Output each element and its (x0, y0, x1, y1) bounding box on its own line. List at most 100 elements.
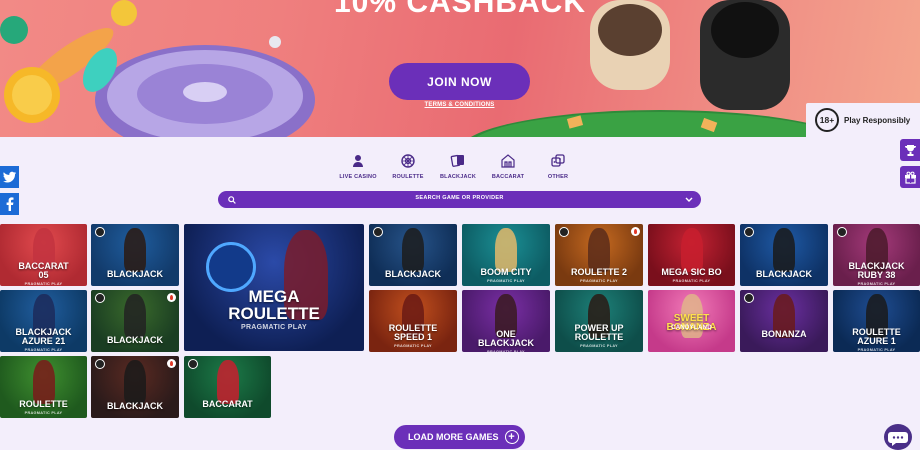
live-badge-icon (559, 227, 569, 237)
hot-flame-icon (167, 359, 176, 368)
game-title: BACCARAT 05 (18, 261, 69, 280)
game-tile[interactable]: BACCARAT 05 PRAGMATIC PLAY (0, 224, 87, 286)
game-tile[interactable]: MEGA ROULETTE PRAGMATIC PLAY (184, 224, 364, 351)
gift-icon[interactable] (900, 166, 920, 188)
live-badge-icon (95, 227, 105, 237)
game-tile[interactable]: BLACKJACK (91, 290, 179, 352)
game-title: ROULETTE 2 (570, 267, 627, 277)
play-responsibly-badge: 18+ Play Responsibly (806, 103, 920, 137)
game-title: ROULETTE AZURE 1 (852, 327, 901, 346)
game-provider: PRAGMATIC PLAY (24, 411, 63, 415)
hot-flame-icon (631, 227, 640, 236)
game-title: POWER UP ROULETTE (574, 323, 624, 342)
dealer-icon (353, 155, 363, 167)
game-provider: PRAGMATIC PLAY (394, 344, 432, 348)
roulette-icon (401, 154, 415, 168)
game-title: BOOM CITY (480, 267, 532, 277)
join-now-button[interactable]: JOIN NOW (389, 63, 530, 100)
game-tile[interactable]: SWEET BONANZA CANDYLAND (648, 290, 735, 352)
dealer-image (124, 360, 146, 404)
game-tile[interactable]: BLACKJACK (91, 356, 179, 418)
baccarat-icon (501, 154, 515, 168)
game-provider: PRAGMATIC PLAY (580, 279, 618, 283)
search-input[interactable]: SEARCH GAME OR PROVIDER (218, 195, 701, 201)
dealer-image (402, 228, 424, 272)
dice-icon (551, 154, 565, 167)
game-tile[interactable]: BACCARAT (184, 356, 271, 418)
game-tile[interactable]: MEGA SIC BO PRAGMATIC PLAY (648, 224, 735, 286)
game-title: BLACKJACK (107, 401, 163, 411)
mega-roulette-logo (206, 242, 256, 292)
game-tile[interactable]: BLACKJACK AZURE 21 PRAGMATIC PLAY (0, 290, 87, 352)
game-provider: CANDYLAND (671, 325, 712, 331)
load-more-label: LOAD MORE GAMES (408, 432, 499, 442)
game-title: ONE BLACKJACK (478, 329, 534, 348)
cards-icon (450, 154, 464, 167)
load-more-button[interactable]: LOAD MORE GAMES + (394, 425, 525, 449)
live-badge-icon (95, 293, 105, 303)
game-title: BLACKJACK (756, 269, 812, 279)
terms-link[interactable]: TERMS & CONDITIONS (389, 102, 530, 108)
game-title: BONANZA (761, 329, 807, 339)
twitter-icon[interactable] (0, 166, 19, 188)
game-provider: PRAGMATIC PLAY (580, 344, 618, 348)
game-title: ROULETTE (19, 399, 68, 409)
game-tile[interactable]: BLACKJACK (91, 224, 179, 286)
game-tile[interactable]: ROULETTE PRAGMATIC PLAY (0, 356, 87, 418)
game-tile[interactable]: BONANZA (740, 290, 828, 352)
game-title: BACCARAT (202, 399, 253, 409)
hero-title: 10% CASHBACK (333, 0, 587, 19)
game-tile[interactable]: BLACKJACK RUBY 38 PRAGMATIC PLAY (833, 224, 920, 286)
dealer-image (216, 360, 239, 404)
game-title: BLACKJACK AZURE 21 (15, 327, 72, 346)
chat-icon[interactable] (884, 424, 912, 450)
game-provider: PRAGMATIC PLAY (24, 348, 63, 352)
game-tile[interactable]: BOOM CITY PRAGMATIC PLAY (462, 224, 550, 286)
hot-flame-icon (167, 293, 176, 302)
game-tile[interactable]: BLACKJACK (740, 224, 828, 286)
game-tile[interactable]: ROULETTE SPEED 1 PRAGMATIC PLAY (369, 290, 457, 352)
game-provider: PRAGMATIC PLAY (487, 350, 525, 352)
game-title: MEGA ROULETTE (228, 287, 320, 323)
game-tile[interactable]: ONE BLACKJACK PRAGMATIC PLAY (462, 290, 550, 352)
live-badge-icon (95, 359, 105, 369)
game-provider: PRAGMATIC PLAY (857, 282, 896, 286)
game-title: MEGA SIC BO (661, 267, 722, 277)
age-18-icon: 18+ (815, 108, 839, 132)
live-badge-icon (744, 293, 754, 303)
game-provider: PRAGMATIC PLAY (487, 279, 525, 283)
dealer-image (588, 228, 610, 272)
trophy-icon[interactable] (900, 139, 920, 161)
live-badge-icon (837, 227, 847, 237)
dealer-image (124, 228, 146, 272)
dealer-image (773, 228, 795, 272)
facebook-icon[interactable] (0, 193, 19, 215)
dealer-image (124, 294, 146, 338)
roulette-wheel-art (0, 0, 315, 137)
dealer-image (495, 228, 517, 272)
live-badge-icon (744, 227, 754, 237)
game-tile[interactable]: POWER UP ROULETTE PRAGMATIC PLAY (555, 290, 643, 352)
game-provider: PRAGMATIC PLAY (240, 324, 308, 331)
game-provider: PRAGMATIC PLAY (857, 348, 896, 352)
game-title: BLACKJACK RUBY 38 (848, 261, 905, 280)
category-label: OTHER (547, 174, 569, 180)
game-title: BLACKJACK (385, 269, 441, 279)
search-bar[interactable]: SEARCH GAME OR PROVIDER (218, 191, 701, 208)
game-title: BLACKJACK (107, 269, 163, 279)
game-tile[interactable]: ROULETTE AZURE 1 PRAGMATIC PLAY (833, 290, 920, 352)
game-provider: PRAGMATIC PLAY (672, 279, 711, 283)
plus-icon: + (504, 430, 519, 444)
live-badge-icon (188, 359, 198, 369)
category-other[interactable]: OTHER (528, 153, 588, 180)
dealer-image (680, 228, 703, 272)
live-badge-icon (373, 227, 383, 237)
hero-banner: 10% CASHBACK JOIN NOW TERMS & CONDITIONS… (0, 0, 920, 137)
game-tile[interactable]: BLACKJACK (369, 224, 457, 286)
chevron-down-icon[interactable] (685, 197, 693, 203)
play-responsibly-text: Play Responsibly (844, 115, 911, 125)
dealer-image (32, 360, 55, 404)
game-title: BLACKJACK (107, 335, 163, 345)
game-tile[interactable]: ROULETTE 2 PRAGMATIC PLAY (555, 224, 643, 286)
game-title: ROULETTE SPEED 1 (388, 323, 438, 342)
